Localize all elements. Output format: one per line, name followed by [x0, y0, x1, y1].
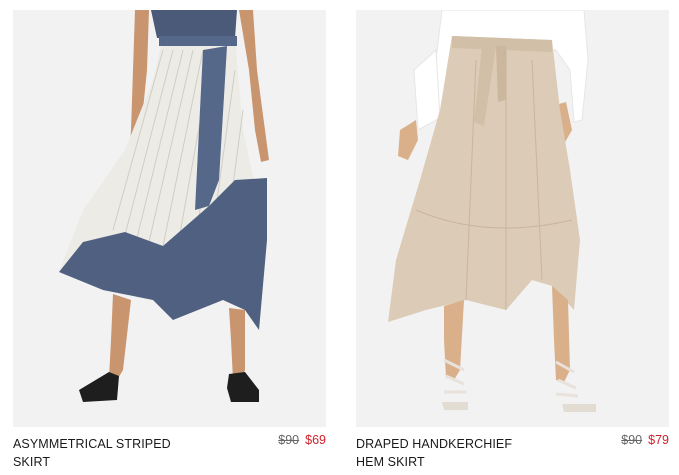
product-name-line1: ASYMMETRICAL STRIPED	[13, 437, 171, 451]
product-name-line2: HEM SKIRT	[356, 455, 425, 469]
sale-price: $69	[305, 433, 326, 447]
product-name[interactable]: ASYMMETRICAL STRIPED SKIRT	[13, 435, 213, 471]
product-name-line1: DRAPED HANDKERCHIEF	[356, 437, 513, 451]
product-photo-skirt-draped	[356, 10, 669, 427]
product-image[interactable]	[13, 10, 326, 427]
product-photo-skirt-striped	[13, 10, 326, 427]
original-price: $90	[278, 433, 300, 447]
sale-price: $79	[648, 433, 669, 447]
product-prices: $90 $69	[278, 433, 326, 447]
product-card[interactable]: DRAPED HANDKERCHIEF HEM SKIRT $90 $79	[356, 10, 669, 475]
product-prices: $90 $79	[621, 433, 669, 447]
product-name-line2: SKIRT	[13, 455, 51, 469]
product-name[interactable]: DRAPED HANDKERCHIEF HEM SKIRT	[356, 435, 556, 471]
original-price: $90	[621, 433, 643, 447]
product-card[interactable]: ASYMMETRICAL STRIPED SKIRT $90 $69	[13, 10, 326, 475]
product-image[interactable]	[356, 10, 669, 427]
